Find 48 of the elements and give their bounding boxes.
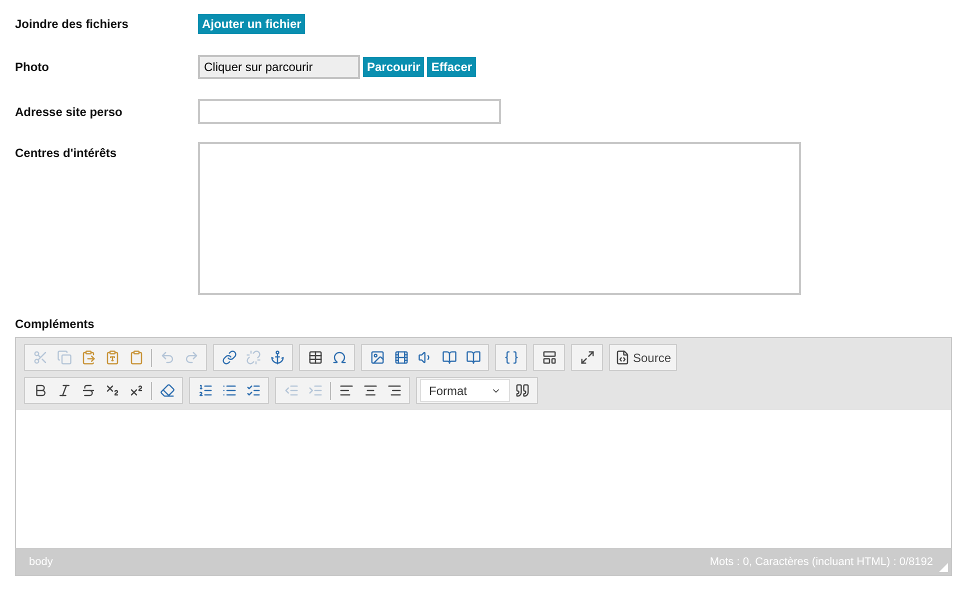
paste-icon xyxy=(80,350,96,365)
italic-icon xyxy=(56,383,72,398)
field-label: Adresse site perso xyxy=(15,104,124,118)
subscript-icon xyxy=(104,383,120,398)
speaker-icon xyxy=(418,350,432,365)
clipboard-icon xyxy=(128,350,144,365)
superscript-icon xyxy=(128,383,144,398)
film-icon xyxy=(394,350,408,365)
copy-icon xyxy=(56,350,72,365)
outdent-icon xyxy=(284,383,298,398)
source-button[interactable]: Source xyxy=(613,346,674,368)
field-label: Photo xyxy=(15,60,50,74)
clear-button[interactable]: Effacer xyxy=(427,57,476,77)
numbered-list-icon xyxy=(198,383,212,398)
strikethrough-icon xyxy=(80,383,96,398)
book-icon xyxy=(466,350,480,365)
table-icon xyxy=(308,350,322,365)
field-label: Joindre des fichiers xyxy=(15,17,130,31)
format-dropdown[interactable]: Format xyxy=(420,379,510,402)
book-icon xyxy=(442,350,456,365)
maximize-icon xyxy=(580,350,594,365)
checklist-icon xyxy=(246,383,260,398)
image-icon xyxy=(370,350,384,365)
indent-icon xyxy=(308,383,322,398)
link-icon xyxy=(222,350,236,365)
unlink-icon xyxy=(246,350,260,365)
align-center-icon xyxy=(362,383,378,398)
resize-grip-icon[interactable] xyxy=(939,563,948,572)
browse-button[interactable]: Parcourir xyxy=(363,57,424,77)
input-field[interactable] xyxy=(198,99,501,124)
clipboard-icon xyxy=(104,350,120,365)
omega-icon xyxy=(332,350,346,365)
cut-icon xyxy=(32,350,48,365)
align-right-icon xyxy=(386,383,402,398)
quote-icon xyxy=(514,383,530,398)
eraser-icon xyxy=(160,383,174,398)
redo-icon xyxy=(184,350,198,365)
photo-field[interactable]: Cliquer sur parcourir xyxy=(198,55,360,79)
undo-icon xyxy=(160,350,174,365)
code-file-icon xyxy=(615,350,630,365)
field-label: Centres d'intérêts xyxy=(15,145,118,160)
align-left-icon xyxy=(338,383,354,398)
field-label: Compléments xyxy=(15,317,96,331)
braces-icon xyxy=(504,350,518,365)
anchor-icon xyxy=(270,350,284,365)
add-file-button[interactable]: Ajouter un fichier xyxy=(198,14,306,34)
layout-icon xyxy=(542,350,556,365)
bullet-list-icon xyxy=(222,383,236,398)
